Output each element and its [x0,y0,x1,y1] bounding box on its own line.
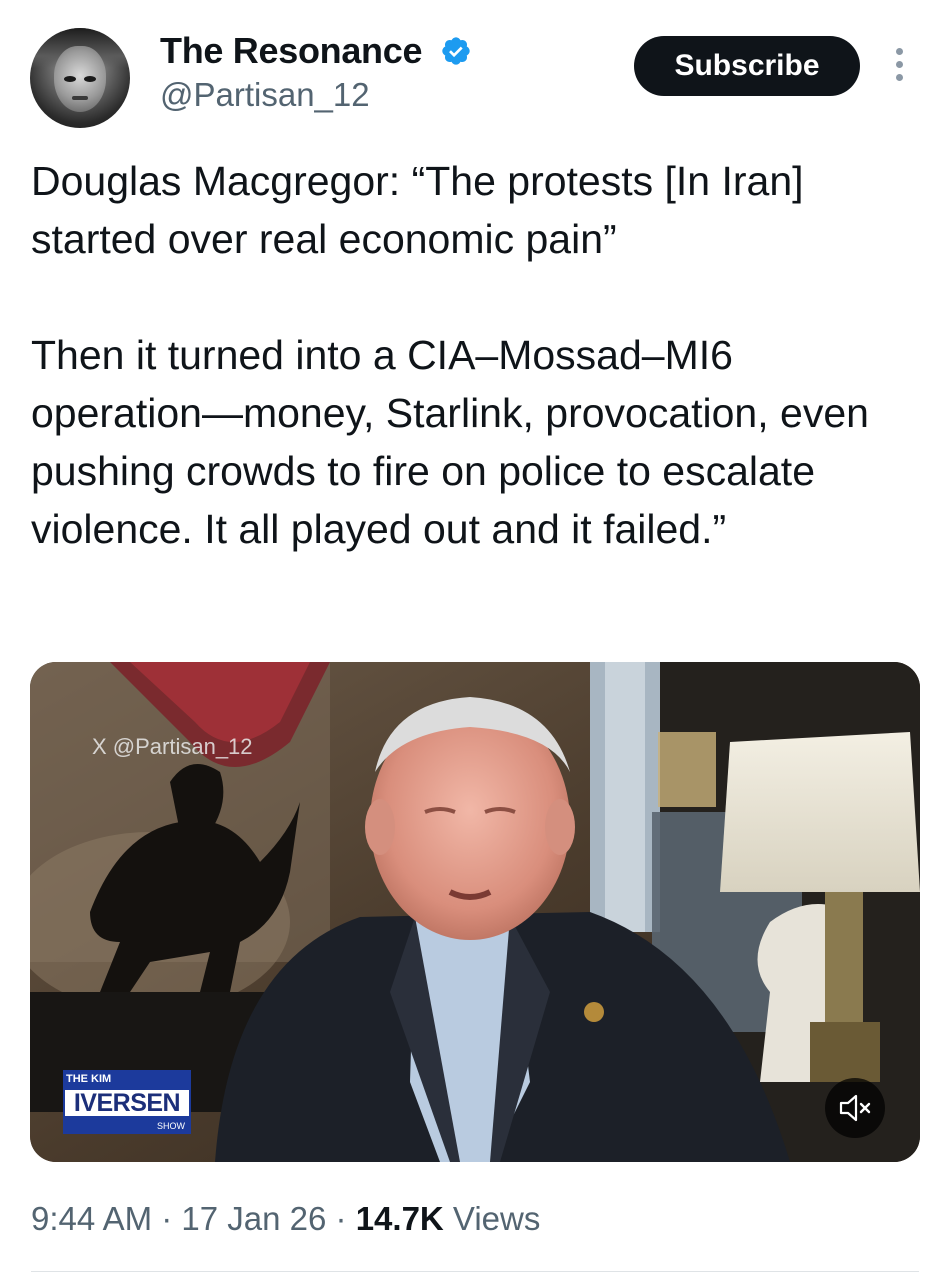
tweet-paragraph: Douglas Macgregor: “The protests [In Ira… [31,158,804,262]
display-name[interactable]: The Resonance [160,30,422,72]
show-logo-name: IVERSEN [65,1090,189,1117]
show-logo-suffix: SHOW [157,1121,185,1131]
avatar[interactable] [30,28,130,128]
tweet-date[interactable]: 17 Jan 26 [181,1200,326,1237]
user-handle[interactable]: @Partisan_12 [160,75,370,115]
video-watermark: X @Partisan_12 [92,734,253,759]
views-label: Views [443,1200,541,1237]
mute-button[interactable] [825,1078,885,1138]
divider [31,1271,919,1272]
tweet-paragraph: Then it turned into a CIA–Mossad–MI6 ope… [31,332,869,552]
more-vertical-icon[interactable] [884,48,914,88]
show-logo: THE KIM IVERSEN SHOW [63,1070,191,1134]
tweet-time[interactable]: 9:44 AM [31,1200,152,1237]
tweet-meta: 9:44 AM · 17 Jan 26 · 14.7K Views [31,1195,540,1243]
video-player[interactable]: X @Partisan_12 THE KIM IVERSEN SHOW [30,662,920,1162]
verified-badge-icon [442,37,470,65]
views-count: 14.7K [355,1200,444,1237]
meta-separator: · [152,1200,182,1237]
meta-separator: · [326,1200,356,1237]
tweet-text: Douglas Macgregor: “The protests [In Ira… [31,152,911,558]
subscribe-button[interactable]: Subscribe [634,36,860,96]
show-logo-prefix: THE KIM [66,1073,112,1085]
volume-muted-icon [839,1094,871,1122]
